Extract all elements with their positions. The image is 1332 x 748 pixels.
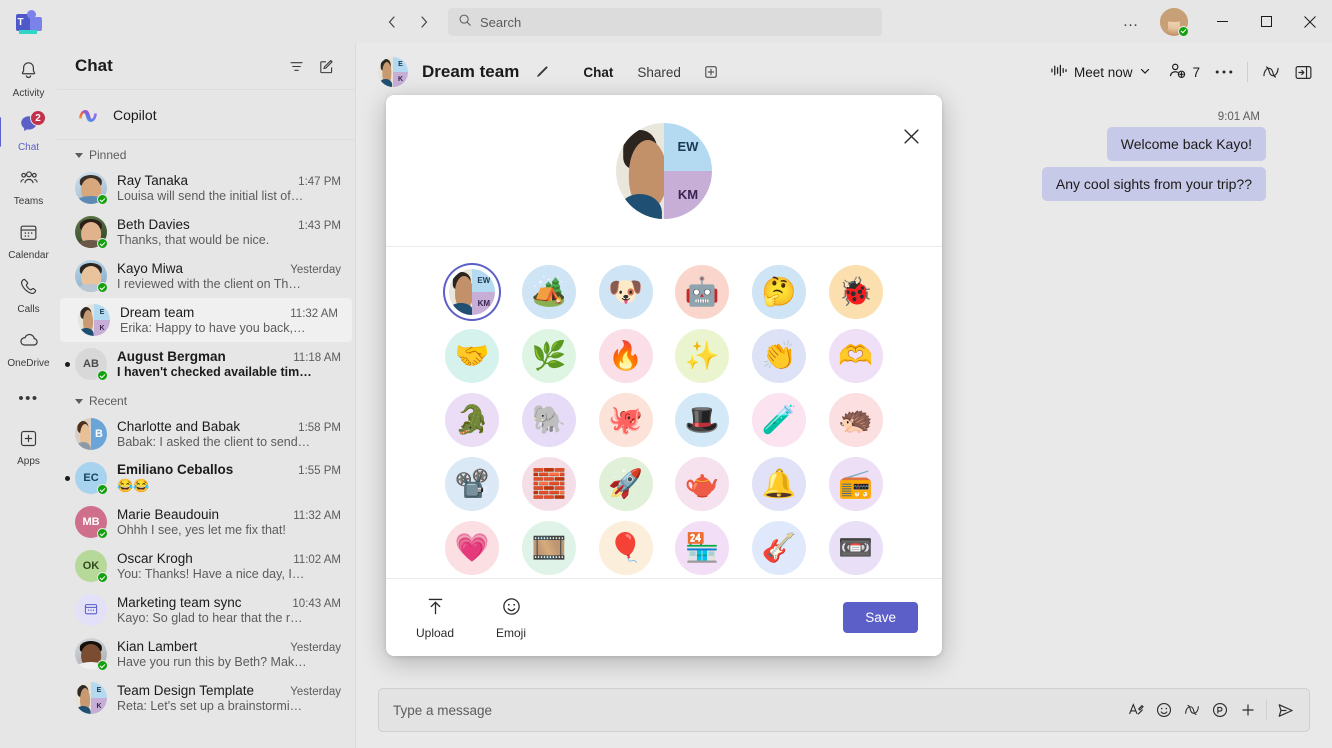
emoji-label: Emoji bbox=[495, 625, 526, 640]
avatar-option-dog-face-icon[interactable]: 🐶 bbox=[598, 265, 653, 319]
avatar-option-hands-flame-icon[interactable]: 🔥 bbox=[598, 329, 653, 383]
avatar-option-boombox-icon[interactable]: 📻 bbox=[828, 457, 883, 511]
avatar-option-leaf-in-hand-icon[interactable]: 🌿 bbox=[521, 329, 576, 383]
hedgehog-icon: 🦔 bbox=[828, 393, 883, 447]
emoji-button[interactable]: Emoji bbox=[484, 596, 538, 640]
guitar-icon: 🎸 bbox=[751, 521, 806, 575]
magic-wand-icon: ✨ bbox=[675, 329, 730, 383]
avatar-option-guitar-icon[interactable]: 🎸 bbox=[751, 521, 806, 575]
dialog-preview-area: EW KM bbox=[386, 95, 942, 247]
avatar-option-film-reel-icon[interactable]: 🎞️ bbox=[521, 521, 576, 575]
upload-icon bbox=[425, 596, 446, 622]
upload-button[interactable]: Upload bbox=[408, 596, 462, 640]
avatar-option-teacup-icon[interactable]: 🫖 bbox=[675, 457, 730, 511]
upload-label: Upload bbox=[415, 625, 455, 640]
save-button[interactable]: Save bbox=[843, 602, 918, 633]
rabbit-in-hat-icon: 🎩 bbox=[675, 393, 730, 447]
avatar-option-clapping-hands-icon[interactable]: 👏 bbox=[751, 329, 806, 383]
avatar-option-bell-icon[interactable]: 🔔 bbox=[751, 457, 806, 511]
robot-icon: 🤖 bbox=[675, 265, 730, 319]
potion-icon: 🧪 bbox=[751, 393, 806, 447]
hands-flame-icon: 🔥 bbox=[598, 329, 653, 383]
dialog-footer: Upload Emoji Save bbox=[386, 578, 942, 656]
group-initial-top: EW bbox=[664, 122, 712, 171]
avatar-option-potion-icon[interactable]: 🧪 bbox=[751, 393, 806, 447]
group-dream-team: EW KM bbox=[449, 269, 496, 315]
leaf-in-hand-icon: 🌿 bbox=[521, 329, 576, 383]
avatar-option-hedgehog-icon[interactable]: 🦔 bbox=[828, 393, 883, 447]
avatar-option-hot-air-balloon-icon[interactable]: 🎈 bbox=[598, 521, 653, 575]
avatar-option-magic-wand-icon[interactable]: ✨ bbox=[675, 329, 730, 383]
avatar-option-heart-icon[interactable]: 💗 bbox=[445, 521, 500, 575]
avatar-option-rocket-icon[interactable]: 🚀 bbox=[598, 457, 653, 511]
film-reel-icon: 🎞️ bbox=[521, 521, 576, 575]
avatar-option-movie-camera-icon[interactable]: 📽️ bbox=[445, 457, 500, 511]
avatar-picker-grid: EW KM 🏕️ 🐶 🤖 🤔 🐞 🤝 🌿 🔥 ✨ 👏 🫶 🐊 🐘 🐙 🎩 🧪 🦔 📽️ 🧱 🚀 🫖 🔔 📻 💗 🎞️ 🎈 🏪 🎸 📼 bbox=[434, 265, 894, 575]
avatar-option-octopus-icon[interactable]: 🐙 bbox=[598, 393, 653, 447]
teams-app-window: T Search … Activity 2 Chat Teams Calenda… bbox=[0, 0, 1332, 748]
avatar-preview: EW KM bbox=[616, 122, 712, 219]
clapping-hands-icon: 👏 bbox=[751, 329, 806, 383]
storefront-icon: 🏪 bbox=[675, 521, 730, 575]
avatar-option-rabbit-in-hat-icon[interactable]: 🎩 bbox=[675, 393, 730, 447]
avatar-option-group-dream-team[interactable]: EW KM bbox=[445, 265, 499, 319]
thinking-face-icon: 🤔 bbox=[751, 265, 806, 319]
bug-icon: 🐞 bbox=[828, 265, 883, 319]
close-icon[interactable] bbox=[896, 121, 926, 151]
hot-air-balloon-icon: 🎈 bbox=[598, 521, 653, 575]
change-avatar-dialog: EW KM EW KM 🏕️ 🐶 🤖 🤔 🐞 🤝 🌿 🔥 ✨ 👏 🫶 🐊 🐘 🐙 🎩 🧪 🦔 📽️ 🧱 🚀 🫖 🔔 📻 💗 🎞️ 🎈 🏪… bbox=[386, 95, 942, 656]
avatar-option-video-folder-icon[interactable]: 📼 bbox=[828, 521, 883, 575]
avatar-option-camping-icon[interactable]: 🏕️ bbox=[521, 265, 576, 319]
camping-icon: 🏕️ bbox=[521, 265, 576, 319]
dog-face-icon: 🐶 bbox=[598, 265, 653, 319]
avatar-option-heart-hands-icon[interactable]: 🫶 bbox=[828, 329, 883, 383]
octopus-icon: 🐙 bbox=[598, 393, 653, 447]
group-initial-bottom: KM bbox=[664, 170, 712, 219]
heart-icon: 💗 bbox=[445, 521, 500, 575]
rocket-icon: 🚀 bbox=[598, 457, 653, 511]
boombox-icon: 📻 bbox=[828, 457, 883, 511]
crocodile-icon: 🐊 bbox=[445, 393, 500, 447]
avatar-option-building-blocks-icon[interactable]: 🧱 bbox=[521, 457, 576, 511]
emoji-icon bbox=[501, 596, 522, 622]
avatar-option-crocodile-icon[interactable]: 🐊 bbox=[445, 393, 500, 447]
avatar-option-thinking-face-icon[interactable]: 🤔 bbox=[751, 265, 806, 319]
bell-icon: 🔔 bbox=[751, 457, 806, 511]
avatar-option-handshake-icon[interactable]: 🤝 bbox=[445, 329, 500, 383]
avatar-picker-grid-wrapper: EW KM 🏕️ 🐶 🤖 🤔 🐞 🤝 🌿 🔥 ✨ 👏 🫶 🐊 🐘 🐙 🎩 🧪 🦔 📽️ 🧱 🚀 🫖 🔔 📻 💗 🎞️ 🎈 🏪 🎸 📼 bbox=[386, 247, 942, 578]
video-folder-icon: 📼 bbox=[828, 521, 883, 575]
teacup-icon: 🫖 bbox=[675, 457, 730, 511]
avatar-option-bug-icon[interactable]: 🐞 bbox=[828, 265, 883, 319]
handshake-icon: 🤝 bbox=[445, 329, 500, 383]
elephant-icon: 🐘 bbox=[521, 393, 576, 447]
movie-camera-icon: 📽️ bbox=[445, 457, 500, 511]
avatar-option-storefront-icon[interactable]: 🏪 bbox=[675, 521, 730, 575]
avatar-option-elephant-icon[interactable]: 🐘 bbox=[521, 393, 576, 447]
heart-hands-icon: 🫶 bbox=[828, 329, 883, 383]
avatar-option-robot-icon[interactable]: 🤖 bbox=[675, 265, 730, 319]
building-blocks-icon: 🧱 bbox=[521, 457, 576, 511]
